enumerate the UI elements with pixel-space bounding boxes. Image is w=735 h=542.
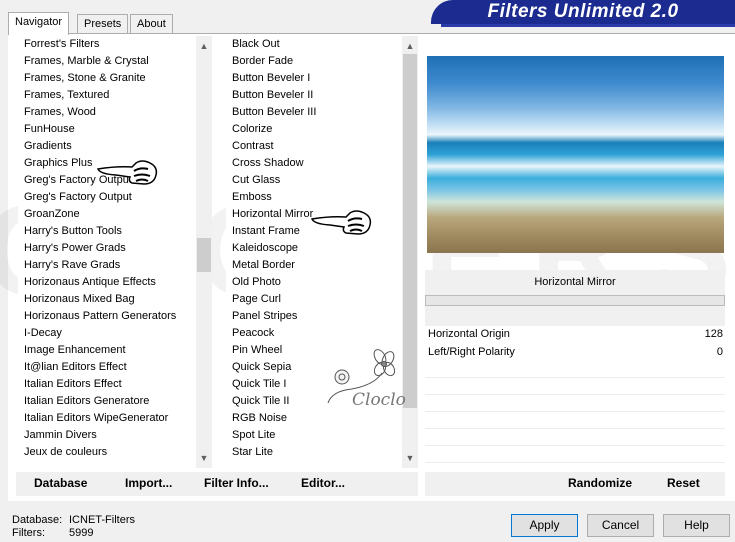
list-item[interactable]: It@lian Editors Effect [18,359,196,376]
list-item[interactable]: Black Out [226,36,402,53]
list-item[interactable]: Colorize [226,121,402,138]
list-item[interactable]: GroanZone [18,206,196,223]
category-scrollbar[interactable]: ▲ ▼ [196,36,212,468]
list-item[interactable]: Italian Editors Generatore [18,393,196,410]
list-item[interactable]: Panel Stripes [226,308,402,325]
list-item[interactable]: Button Beveler II [226,87,402,104]
filters-unlimited-window: Navigator Presets About Filters Unlimite… [0,0,735,542]
list-item[interactable]: Jammin Divers [18,427,196,444]
logo-text: Cloclo [352,390,406,410]
empty-param-row [425,412,725,429]
pointing-hand-icon [310,210,372,235]
list-item[interactable]: Horizonaus Mixed Bag [18,291,196,308]
database-label: Database: [12,514,63,526]
database-button[interactable]: Database [34,476,87,490]
database-value: ICNET-Filters [69,514,135,526]
scroll-up-icon[interactable]: ▲ [196,38,212,54]
parameter-toolbar: Randomize Reset [425,472,725,496]
empty-param-row [425,378,725,395]
list-item[interactable]: Contrast [226,138,402,155]
list-item[interactable]: Kaleidoscope [226,240,402,257]
tab-presets[interactable]: Presets [77,14,129,34]
empty-param-row [425,361,725,378]
list-item[interactable]: Image Enhancement [18,342,196,359]
randomize-button[interactable]: Randomize [568,476,632,490]
help-button[interactable]: Help [663,514,730,537]
list-item[interactable]: Gradients [18,138,196,155]
navigator-toolbar: Database Import... Filter Info... Editor… [16,472,418,496]
filters-count: 5999 [69,527,94,539]
reset-button[interactable]: Reset [667,476,700,490]
list-item[interactable]: I-Decay [18,325,196,342]
param-horizontal-origin[interactable]: Horizontal Origin 128 [425,326,725,343]
preview-image [427,56,724,253]
list-item[interactable]: Emboss [226,189,402,206]
scroll-down-icon[interactable]: ▼ [402,450,418,466]
empty-param-row [425,429,725,446]
param-label: Left/Right Polarity [428,346,515,358]
list-item[interactable]: Frames, Textured [18,87,196,104]
list-item[interactable]: Cut Glass [226,172,402,189]
app-title: Filters Unlimited 2.0 [487,1,679,22]
filter-description-bar [425,295,725,306]
list-item[interactable]: Italian Editors WipeGenerator [18,410,196,427]
editor-button[interactable]: Editor... [301,476,345,490]
filter-info-button[interactable]: Filter Info... [204,476,269,490]
list-item[interactable]: Greg's Factory Output [18,189,196,206]
param-left-right-polarity[interactable]: Left/Right Polarity 0 [425,344,725,361]
list-item[interactable]: Button Beveler III [226,104,402,121]
list-item[interactable]: Cross Shadow [226,155,402,172]
list-item[interactable]: Frames, Stone & Granite [18,70,196,87]
list-item[interactable]: Jeux de couleurs [18,444,196,461]
list-item[interactable]: Italian Editors Effect [18,376,196,393]
list-item[interactable]: Horizonaus Pattern Generators [18,308,196,325]
list-item[interactable]: Border Fade [226,53,402,70]
list-item[interactable]: Page Curl [226,291,402,308]
list-item[interactable]: Star Lite [226,444,402,461]
scroll-thumb[interactable] [197,238,211,272]
list-item[interactable]: Forrest's Filters [18,36,196,53]
apply-button[interactable]: Apply [511,514,578,537]
list-item[interactable]: Frames, Wood [18,104,196,121]
selected-filter-name: Horizontal Mirror [534,276,616,288]
app-title-banner: Filters Unlimited 2.0 [431,0,735,27]
empty-param-row [425,395,725,412]
list-item[interactable]: Horizonaus Antique Effects [18,274,196,291]
empty-param-row [425,446,725,463]
list-item[interactable]: Harry's Power Grads [18,240,196,257]
param-value: 0 [716,346,723,358]
scroll-up-icon[interactable]: ▲ [402,38,418,54]
list-item[interactable]: Spot Lite [226,427,402,444]
list-item[interactable]: FunHouse [18,121,196,138]
list-item[interactable]: Harry's Button Tools [18,223,196,240]
list-item[interactable]: Old Photo [226,274,402,291]
param-label: Horizontal Origin [428,328,510,340]
cloclo-logo: Cloclo [327,349,406,410]
filters-label: Filters: [12,527,45,539]
category-list[interactable]: Forrest's Filters Frames, Marble & Crysta… [18,36,196,468]
param-value: 128 [704,328,723,340]
list-item[interactable]: Harry's Rave Grads [18,257,196,274]
cancel-button[interactable]: Cancel [587,514,654,537]
list-item[interactable]: Metal Border [226,257,402,274]
tab-navigator[interactable]: Navigator [8,12,70,35]
scroll-down-icon[interactable]: ▼ [196,450,212,466]
tab-about[interactable]: About [130,14,173,34]
list-item[interactable]: Button Beveler I [226,70,402,87]
list-item[interactable]: Frames, Marble & Crystal [18,53,196,70]
pointing-hand-icon [96,160,158,185]
import-button[interactable]: Import... [125,476,172,490]
list-item[interactable]: Peacock [226,325,402,342]
